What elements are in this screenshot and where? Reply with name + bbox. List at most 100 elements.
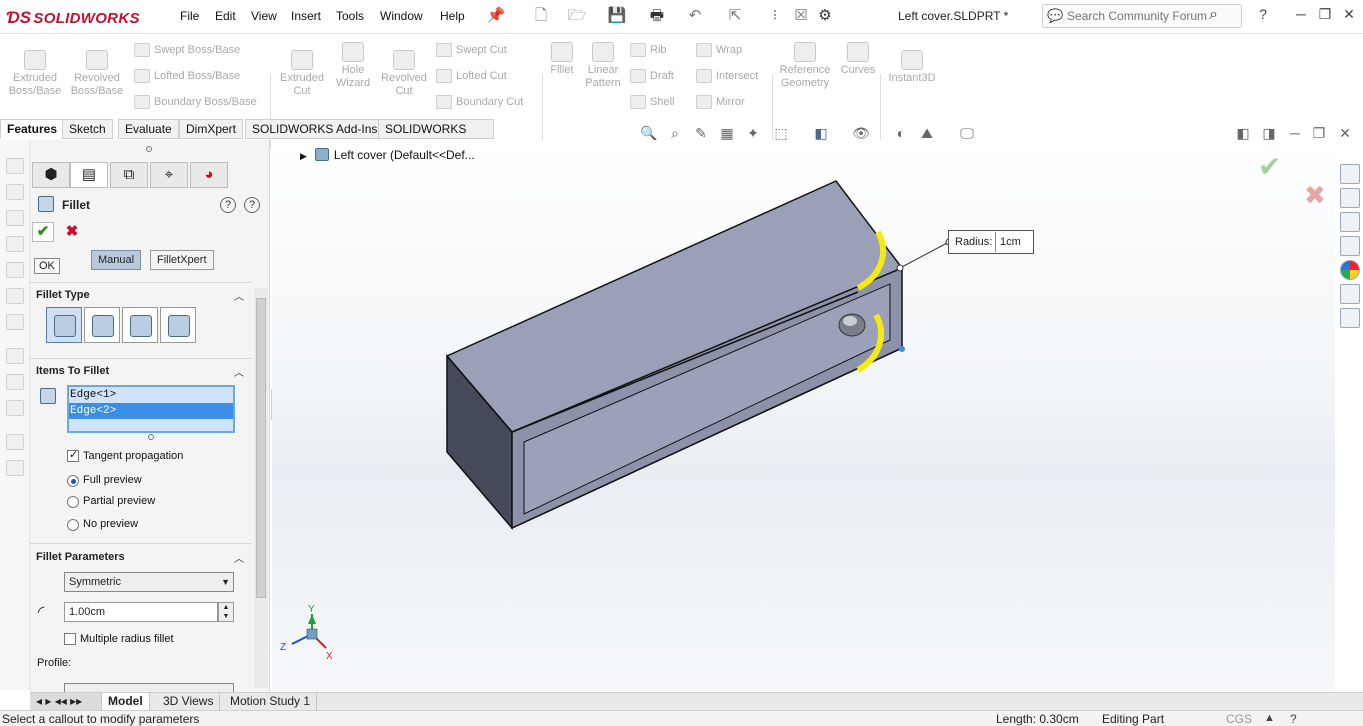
fillet-type-header[interactable]: Fillet Type xyxy=(36,289,90,301)
display-manager-tab-icon[interactable]: ◕ xyxy=(190,162,228,188)
select-icon[interactable]: ⇱ xyxy=(724,6,746,26)
dimxpert-manager-tab-icon[interactable]: ⌖ xyxy=(150,162,188,188)
undo-icon[interactable]: ↶ xyxy=(684,6,706,26)
tab-evaluate[interactable]: Evaluate xyxy=(118,119,179,139)
tangent-propagation-checkbox[interactable] xyxy=(67,448,79,462)
hole-wizard-button[interactable]: Hole Wizard xyxy=(330,42,376,90)
restore-icon[interactable]: ❐ xyxy=(1314,6,1336,26)
tab-navigation-arrows[interactable]: ◂ ▸ ◂◂ ▸▸ xyxy=(30,693,102,710)
tab-addins[interactable]: SOLIDWORKS Add-Ins xyxy=(245,119,385,139)
menu-edit[interactable]: Edit xyxy=(215,9,236,23)
collapse-caret-icon[interactable]: ︿ xyxy=(234,364,244,379)
fillet-parameters-header[interactable]: Fillet Parameters xyxy=(36,551,125,563)
face-fillet-button[interactable] xyxy=(122,307,158,343)
design-library-icon[interactable] xyxy=(1340,188,1360,208)
strip-cube-icon[interactable] xyxy=(6,184,24,200)
graphics-area[interactable]: Y X Z ✔ ✖ xyxy=(272,140,1335,692)
status-help-icon[interactable]: ? xyxy=(1290,712,1297,726)
callout-value[interactable]: 1cm xyxy=(995,232,1033,252)
multiple-radius-checkbox[interactable] xyxy=(64,633,76,645)
swept-cut-button[interactable]: Swept Cut xyxy=(436,42,507,58)
swept-boss-button[interactable]: Swept Boss/Base xyxy=(134,42,240,58)
shell-button[interactable]: Shell xyxy=(630,94,674,110)
traffic-light-icon[interactable]: ⁝ xyxy=(764,6,786,26)
no-preview-radio[interactable] xyxy=(67,519,79,531)
revolved-cut-button[interactable]: Revolved Cut xyxy=(378,50,430,98)
strip-cube-icon[interactable] xyxy=(6,288,24,304)
file-explorer-icon[interactable] xyxy=(1340,212,1360,232)
view-palette-icon[interactable] xyxy=(1340,236,1360,256)
lofted-boss-button[interactable]: Lofted Boss/Base xyxy=(134,68,240,84)
whats-new-help-icon[interactable]: ? xyxy=(220,197,236,213)
strip-cube-icon[interactable] xyxy=(6,262,24,278)
instant3d-button[interactable]: Instant3D xyxy=(884,50,940,85)
tab-3d-views[interactable]: 3D Views xyxy=(157,693,221,710)
tab-features[interactable]: Features xyxy=(0,119,65,139)
revolved-boss-button[interactable]: Revolved Boss/Base xyxy=(68,50,126,98)
property-manager-tab-icon[interactable]: ▤ xyxy=(70,162,108,188)
open-document-icon[interactable]: 🗁 xyxy=(566,6,588,26)
feature-tree-root[interactable]: ▶ Left cover (Default<<Def... xyxy=(300,148,475,162)
viewport-close-icon[interactable]: ✕ xyxy=(1336,124,1354,142)
draft-button[interactable]: Draft xyxy=(630,68,674,84)
radius-stepper[interactable]: ▲ ▼ xyxy=(218,602,234,622)
curves-button[interactable]: Curves xyxy=(838,42,878,77)
ok-button[interactable]: ✔ xyxy=(32,222,54,242)
strip-cube-icon[interactable] xyxy=(6,210,24,226)
strip-cube-icon[interactable] xyxy=(6,314,24,330)
intersect-button[interactable]: Intersect xyxy=(696,68,758,84)
search-input[interactable] xyxy=(1067,8,1217,24)
collapse-caret-icon[interactable]: ︿ xyxy=(234,288,244,303)
tab-mbd[interactable]: SOLIDWORKS MBD xyxy=(378,119,494,155)
extruded-cut-button[interactable]: Extruded Cut xyxy=(274,50,330,98)
search-box[interactable]: 💬 ⌕ xyxy=(1042,4,1242,28)
radius-callout[interactable]: Radius: 1cm xyxy=(948,230,1034,254)
pm-scrollbar[interactable] xyxy=(254,288,268,688)
wrap-button[interactable]: Wrap xyxy=(696,42,742,58)
units-chevron-icon[interactable]: ▲ xyxy=(1264,712,1275,724)
filletxpert-mode-button[interactable]: FilletXpert xyxy=(150,250,214,270)
status-units[interactable]: CGS xyxy=(1226,712,1252,726)
items-to-fillet-header[interactable]: Items To Fillet xyxy=(36,365,109,377)
solidworks-logo[interactable]: ƊS SOLIDWORKS xyxy=(6,8,140,28)
fillet-method-select[interactable]: Symmetric ▼ xyxy=(64,572,234,592)
feature-manager-tab-icon[interactable]: ⬢ xyxy=(32,162,70,188)
pm-grip-icon[interactable] xyxy=(146,146,152,152)
profile-select[interactable] xyxy=(64,683,234,692)
fillet-button[interactable]: Fillet xyxy=(546,42,578,77)
reference-geometry-button[interactable]: Reference Geometry xyxy=(776,42,834,90)
extruded-boss-button[interactable]: Extruded Boss/Base xyxy=(6,50,64,98)
collapse-caret-icon[interactable]: ︿ xyxy=(234,550,244,565)
partial-preview-radio[interactable] xyxy=(67,496,79,508)
strip-sketch-icon[interactable] xyxy=(6,348,24,364)
custom-properties-icon[interactable] xyxy=(1340,284,1360,304)
confirm-cancel-corner-icon[interactable]: ✖ xyxy=(1304,180,1326,211)
list-resize-grip-icon[interactable] xyxy=(148,434,154,440)
variable-size-fillet-button[interactable] xyxy=(84,307,120,343)
constant-size-fillet-button[interactable] xyxy=(46,307,82,343)
linear-pattern-button[interactable]: Linear Pattern xyxy=(582,42,624,90)
appearances-icon[interactable] xyxy=(1340,260,1360,280)
boundary-cut-button[interactable]: Boundary Cut xyxy=(436,94,523,110)
part-model-view[interactable] xyxy=(272,140,1335,692)
menu-file[interactable]: File xyxy=(180,9,199,23)
strip-part-icon[interactable] xyxy=(6,434,24,450)
full-preview-radio[interactable] xyxy=(67,475,79,487)
confirm-ok-corner-icon[interactable]: ✔ xyxy=(1258,150,1281,183)
tab-motion-study[interactable]: Motion Study 1 xyxy=(224,693,318,710)
pin-icon[interactable]: 📌 xyxy=(485,6,507,26)
tab-model[interactable]: Model xyxy=(102,693,150,710)
manual-mode-button[interactable]: Manual xyxy=(91,250,142,270)
list-item[interactable]: Edge<2> xyxy=(69,403,233,419)
cancel-button[interactable]: ✖ xyxy=(64,222,80,242)
print-icon[interactable]: 🖶 xyxy=(646,6,668,26)
strip-sketch-icon[interactable] xyxy=(6,400,24,416)
radius-field[interactable]: 1.00cm xyxy=(64,602,218,622)
file-properties-icon[interactable]: ☒ xyxy=(790,6,812,26)
menu-insert[interactable]: Insert xyxy=(291,9,321,23)
help-icon[interactable]: ? xyxy=(244,197,260,213)
rib-button[interactable]: Rib xyxy=(630,42,667,58)
search-icon[interactable]: ⌕ xyxy=(1209,6,1218,24)
boundary-boss-button[interactable]: Boundary Boss/Base xyxy=(134,94,257,110)
save-icon[interactable]: 💾 xyxy=(606,6,628,26)
